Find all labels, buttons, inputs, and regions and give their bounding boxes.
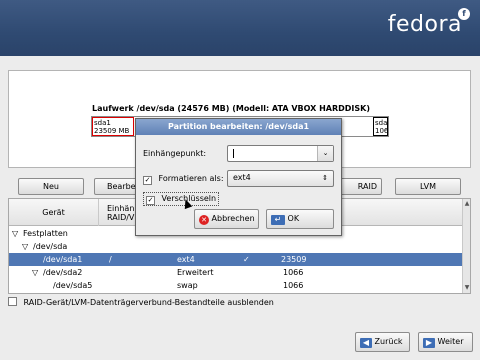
back-button[interactable]: ◀ Zurück — [355, 332, 410, 352]
tree-row-sda1[interactable]: /dev/sda1 / ext4 ✓ 23509 — [9, 253, 464, 266]
lvm-button-label: LVM — [420, 182, 436, 191]
encrypt-checkbox[interactable]: ✓ — [146, 196, 155, 205]
format-checkbox[interactable]: ✓ — [143, 176, 152, 185]
hide-raid-lvm-label: RAID-Gerät/LVM-Datenträgerverbund-Bestan… — [23, 298, 274, 307]
back-arrow-icon: ◀ — [360, 338, 372, 348]
format-label: Formatieren als: — [158, 174, 224, 183]
partition-segment-sda1[interactable]: sda1 23509 MB — [92, 117, 134, 136]
header-banner: fedora f — [0, 0, 480, 56]
tree-cell-type: swap — [177, 281, 198, 290]
tree-row-sda5[interactable]: /dev/sda5 swap 1066 — [9, 279, 464, 292]
expander-down-icon[interactable]: ▽ — [22, 240, 28, 253]
tree-row-sda2[interactable]: ▽ /dev/sda2 Erweitert 1066 — [9, 266, 464, 279]
tree-cell-type: Erweitert — [177, 268, 214, 277]
segment-label: sda — [375, 119, 388, 127]
dialog-title: Partition bearbeiten: /dev/sda1 — [136, 119, 341, 135]
edit-partition-dialog: Partition bearbeiten: /dev/sda1 Einhänge… — [135, 118, 342, 236]
expander-down-icon[interactable]: ▽ — [12, 227, 18, 240]
ok-arrow-icon: ↵ — [271, 215, 285, 225]
ok-button[interactable]: ↵ OK — [266, 209, 334, 229]
tree-cell-device: /dev/sda1 — [43, 255, 83, 264]
text-cursor — [233, 149, 234, 158]
next-arrow-icon: ▶ — [423, 338, 435, 348]
cancel-button-label: Abbrechen — [211, 214, 255, 223]
tree-cell-size: 23509 — [281, 255, 307, 264]
tree-cell-device: /dev/sda — [33, 242, 68, 251]
column-header-device[interactable]: Gerät — [9, 199, 99, 226]
segment-size: 23509 MB — [94, 127, 130, 135]
fedora-logo: fedora — [387, 12, 462, 37]
lvm-button[interactable]: LVM — [395, 178, 461, 195]
tree-cell-device: Festplatten — [23, 229, 68, 238]
encrypt-option[interactable]: ✓ Verschlüsseln — [143, 192, 220, 206]
scroll-down-arrow-icon[interactable]: ▼ — [463, 283, 470, 293]
partition-segment-sda2[interactable]: sda 106 — [373, 117, 388, 136]
hide-raid-lvm-option[interactable]: RAID-Gerät/LVM-Datenträgerverbund-Bestan… — [8, 297, 274, 309]
tree-cell-mount: / — [109, 255, 112, 264]
tree-cell-size: 1066 — [283, 268, 304, 277]
new-button[interactable]: Neu — [18, 178, 84, 195]
hide-raid-lvm-checkbox[interactable] — [8, 297, 17, 306]
drive-title: Laufwerk /dev/sda (24576 MB) (Modell: AT… — [92, 104, 370, 113]
ok-button-label: OK — [287, 214, 300, 223]
expander-down-icon[interactable]: ▽ — [32, 266, 38, 279]
tree-cell-device: /dev/sda2 — [43, 268, 83, 277]
segment-size: 106 — [375, 127, 388, 135]
format-type-value: ext4 — [233, 173, 251, 182]
tree-cell-size: 1066 — [283, 281, 304, 290]
format-option[interactable]: ✓ Formatieren als: — [143, 173, 224, 185]
scroll-up-arrow-icon[interactable]: ▲ — [463, 199, 470, 209]
tree-cell-type: ext4 — [177, 255, 195, 264]
new-button-label: Neu — [43, 182, 59, 191]
back-button-label: Zurück — [374, 337, 403, 346]
format-check-icon: ✓ — [243, 255, 250, 264]
mount-point-label: Einhängepunkt: — [143, 149, 207, 158]
tree-cell-device: /dev/sda5 — [53, 281, 93, 290]
up-down-arrows-icon[interactable]: ⇕ — [317, 171, 333, 186]
next-button-label: Weiter — [437, 337, 464, 346]
tree-row-sda[interactable]: ▽ /dev/sda — [9, 240, 464, 253]
chevron-down-icon[interactable]: ⌄ — [317, 146, 333, 161]
segment-label: sda1 — [94, 119, 111, 127]
next-button[interactable]: ▶ Weiter — [418, 332, 473, 352]
format-type-combo[interactable]: ext4 ⇕ — [227, 170, 334, 187]
raid-button-label: RAID — [357, 182, 377, 191]
cancel-button[interactable]: ✕ Abbrechen — [194, 209, 259, 229]
tree-scrollbar[interactable]: ▲ ▼ — [462, 199, 470, 293]
mount-point-combo[interactable]: ⌄ — [227, 145, 334, 162]
cancel-icon: ✕ — [199, 215, 209, 225]
fedora-mark-icon: f — [458, 8, 470, 20]
